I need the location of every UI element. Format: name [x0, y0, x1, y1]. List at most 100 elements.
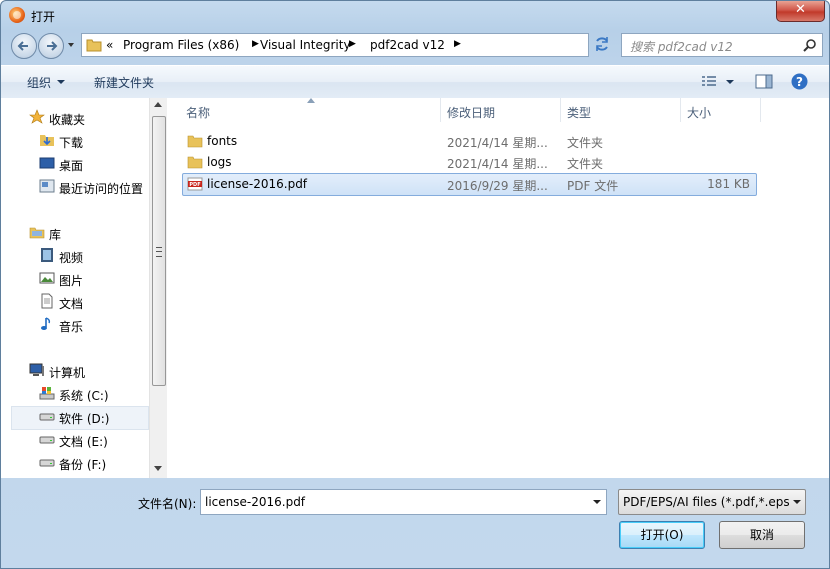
command-toolbar: 组织 新建文件夹 ?	[1, 65, 829, 99]
breadcrumb-pdf2cad[interactable]: pdf2cad v12	[370, 38, 445, 52]
nav-label: 音乐	[59, 320, 84, 334]
pdf-file-icon: PDF	[187, 177, 203, 191]
breadcrumb-visual-integrity[interactable]: Visual Integrity	[260, 38, 351, 52]
forward-button[interactable]	[38, 33, 64, 59]
close-button[interactable]: ✕	[776, 1, 825, 22]
search-icon[interactable]	[803, 38, 817, 52]
scroll-up-icon[interactable]	[154, 102, 162, 107]
app-icon	[9, 7, 25, 23]
pictures-icon	[39, 272, 55, 284]
column-divider[interactable]	[680, 98, 681, 122]
filename-label: 文件名(N):	[138, 497, 197, 511]
nav-label: 最近访问的位置	[59, 182, 144, 196]
hard-drive-icon	[39, 413, 55, 421]
file-type: 文件夹	[567, 157, 604, 171]
search-box[interactable]: 搜索 pdf2cad v12	[621, 33, 823, 57]
star-icon	[29, 109, 45, 124]
column-divider[interactable]	[760, 98, 761, 122]
column-divider[interactable]	[560, 98, 561, 122]
column-header-name[interactable]: 名称	[186, 104, 210, 121]
arrow-left-icon	[17, 41, 28, 51]
file-row-selected[interactable]: PDF license-2016.pdf 2016/9/29 星期... PDF…	[182, 173, 757, 196]
recent-places-icon	[39, 179, 55, 193]
navigation-bar: « Program Files (x86) ▶ Visual Integrity…	[1, 29, 829, 63]
hard-drive-icon	[39, 459, 55, 467]
file-type: PDF 文件	[567, 179, 619, 193]
hard-drive-icon	[39, 436, 55, 444]
documents-icon	[41, 293, 53, 309]
file-name: fonts	[207, 134, 238, 148]
nav-label: 系统 (C:)	[59, 389, 109, 403]
scroll-down-icon[interactable]	[154, 466, 162, 471]
file-row[interactable]: fonts 2021/4/14 星期... 文件夹	[183, 131, 756, 152]
arrow-right-icon	[47, 41, 58, 51]
library-icon	[29, 227, 45, 239]
nav-label: 桌面	[59, 159, 84, 173]
filename-input[interactable]: license-2016.pdf	[200, 489, 607, 515]
file-list: 名称 修改日期 类型 大小 fonts 2021/4/14 星期... 文件夹 …	[167, 98, 829, 478]
file-name: logs	[207, 155, 232, 169]
nav-label: 图片	[59, 274, 84, 288]
file-type: 文件夹	[567, 136, 604, 150]
folder-icon	[187, 156, 203, 169]
video-icon	[41, 248, 53, 262]
file-row[interactable]: logs 2021/4/14 星期... 文件夹	[183, 152, 756, 173]
nav-label: 文档 (E:)	[59, 435, 108, 449]
nav-label: 收藏夹	[49, 113, 86, 127]
breadcrumb-separator-icon[interactable]: ▶	[252, 39, 259, 49]
chevron-down-icon[interactable]	[57, 80, 65, 85]
nav-label: 视频	[59, 251, 84, 265]
breadcrumb-separator-icon[interactable]: ▶	[349, 39, 356, 49]
column-header-date[interactable]: 修改日期	[447, 104, 495, 121]
scrollbar-thumb[interactable]	[152, 116, 166, 386]
desktop-icon	[39, 157, 55, 169]
chevron-down-icon[interactable]	[593, 500, 601, 505]
nav-label: 文档	[59, 297, 84, 311]
nav-label: 备份 (F:)	[59, 458, 107, 472]
system-drive-icon	[39, 387, 55, 400]
breadcrumb-separator-icon[interactable]: ▶	[454, 39, 461, 49]
view-options-icon[interactable]	[701, 75, 717, 89]
music-icon	[41, 317, 51, 330]
file-size: 181 KB	[707, 177, 750, 191]
recent-pages-dropdown-icon[interactable]	[67, 41, 75, 49]
window-title: 打开	[31, 10, 56, 24]
downloads-folder-icon	[40, 135, 54, 146]
sort-ascending-icon	[307, 98, 315, 103]
search-placeholder: 搜索 pdf2cad v12	[630, 40, 733, 54]
dialog-footer: 文件名(N): license-2016.pdf PDF/EPS/AI file…	[1, 478, 829, 568]
organize-button[interactable]: 组织	[27, 74, 51, 91]
file-date: 2016/9/29 星期...	[447, 179, 548, 193]
nav-label: 软件 (D:)	[59, 412, 110, 426]
breadcrumb-overflow[interactable]: «	[106, 38, 113, 52]
folder-icon	[187, 135, 203, 148]
chevron-down-icon[interactable]	[793, 500, 801, 505]
chevron-down-icon[interactable]	[726, 80, 734, 85]
refresh-icon[interactable]	[591, 33, 613, 55]
navigation-scrollbar[interactable]	[149, 98, 167, 478]
filetype-select[interactable]: PDF/EPS/AI files (*.pdf,*.eps,	[618, 489, 806, 515]
preview-pane-icon[interactable]	[755, 74, 773, 89]
back-button[interactable]	[11, 33, 37, 59]
new-folder-button[interactable]: 新建文件夹	[94, 74, 154, 91]
folder-icon	[86, 39, 102, 52]
filetype-value: PDF/EPS/AI files (*.pdf,*.eps,	[623, 495, 789, 509]
nav-label: 下载	[59, 136, 84, 150]
file-date: 2021/4/14 星期...	[447, 157, 548, 171]
open-button[interactable]: 打开(O)	[619, 521, 705, 549]
file-date: 2021/4/14 星期...	[447, 136, 548, 150]
nav-label: 计算机	[49, 366, 86, 380]
grip-icon	[156, 247, 162, 257]
help-icon[interactable]: ?	[791, 73, 808, 90]
column-divider[interactable]	[440, 98, 441, 122]
navigation-pane: 收藏夹 下载 桌面 最近访问的位置 库 视频 图片 文档 音乐 计算机 系统 (…	[1, 98, 149, 478]
breadcrumb-program-files[interactable]: Program Files (x86)	[123, 38, 239, 52]
svg-text:PDF: PDF	[189, 182, 200, 188]
address-bar[interactable]: « Program Files (x86) ▶ Visual Integrity…	[81, 33, 663, 57]
file-name: license-2016.pdf	[207, 177, 308, 191]
filename-value: license-2016.pdf	[205, 495, 306, 509]
cancel-button[interactable]: 取消	[719, 521, 805, 549]
column-header-type[interactable]: 类型	[567, 104, 591, 121]
column-header-size[interactable]: 大小	[687, 104, 711, 121]
computer-icon	[29, 363, 44, 376]
